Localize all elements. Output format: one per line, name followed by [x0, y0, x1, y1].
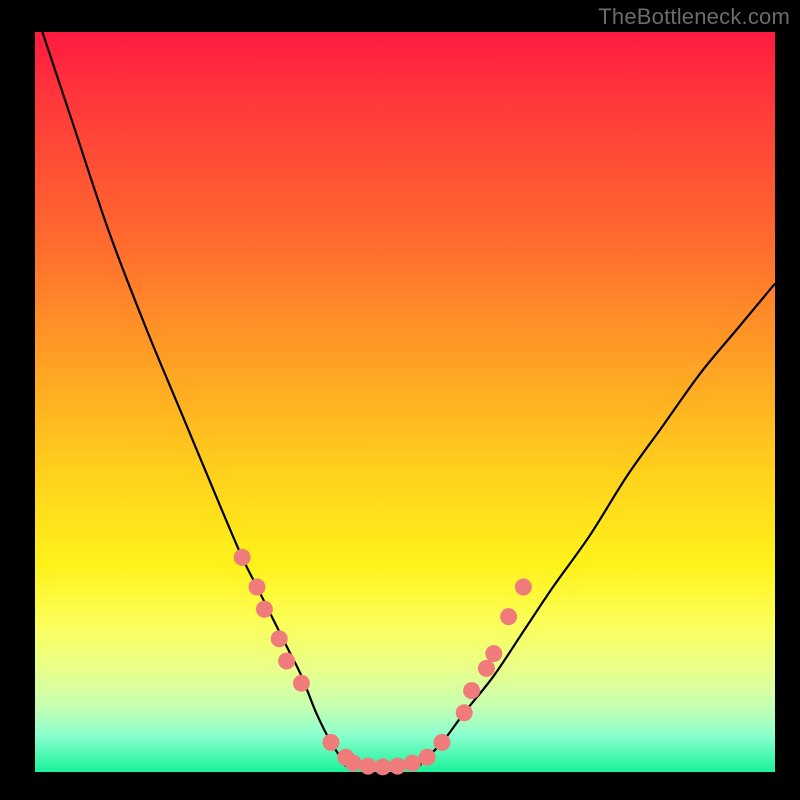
data-marker [323, 734, 340, 751]
data-marker [419, 749, 436, 766]
data-marker [485, 645, 502, 662]
data-marker [249, 579, 266, 596]
data-marker [345, 755, 362, 772]
data-marker [256, 601, 273, 618]
data-marker [478, 660, 495, 677]
data-marker [234, 549, 251, 566]
data-marker [463, 682, 480, 699]
chart-stage: TheBottleneck.com [0, 0, 800, 800]
data-marker [389, 758, 406, 775]
marker-layer [234, 549, 532, 775]
data-marker [374, 758, 391, 775]
data-marker [404, 755, 421, 772]
data-marker [515, 579, 532, 596]
data-marker [434, 734, 451, 751]
plot-area [35, 32, 775, 772]
bottleneck-curve [42, 32, 775, 768]
data-marker [360, 758, 377, 775]
data-marker [278, 653, 295, 670]
data-marker [271, 630, 288, 647]
data-marker [293, 675, 310, 692]
watermark-text: TheBottleneck.com [598, 4, 790, 30]
chart-svg [35, 32, 775, 772]
data-marker [500, 608, 517, 625]
data-marker [456, 704, 473, 721]
